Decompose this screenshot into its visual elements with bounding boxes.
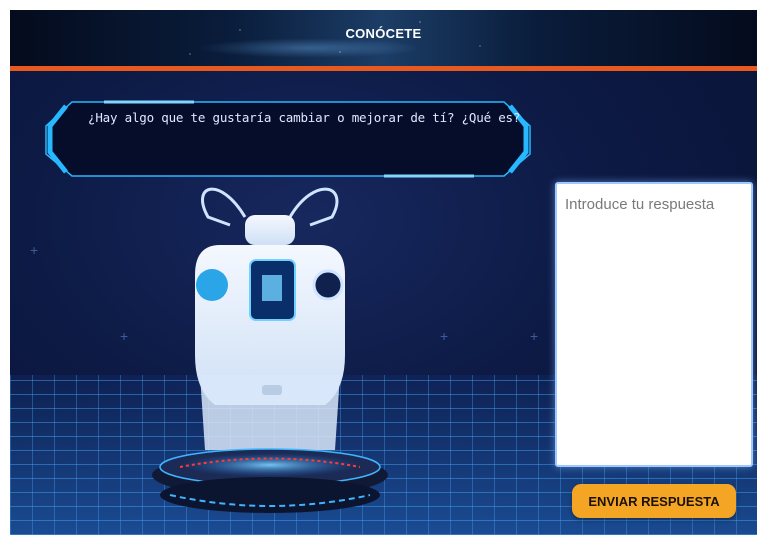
header-bar: CONÓCETE xyxy=(10,10,757,66)
app-screen: CONÓCETE + + + + ¿Hay algo que te gustar… xyxy=(10,10,757,535)
question-text: ¿Hay algo que te gustaría cambiar o mejo… xyxy=(88,110,521,125)
sparkle-icon: + xyxy=(530,328,539,344)
sparkle-icon: + xyxy=(30,242,39,258)
submit-answer-button[interactable]: ENVIAR RESPUESTA xyxy=(572,484,736,518)
page-title: CONÓCETE xyxy=(345,26,422,41)
sparkle-icon: + xyxy=(440,328,449,344)
header-accent-bar xyxy=(10,66,757,71)
robot-illustration xyxy=(152,187,388,513)
answer-textarea[interactable] xyxy=(555,182,753,467)
sparkle-icon: + xyxy=(120,328,129,344)
